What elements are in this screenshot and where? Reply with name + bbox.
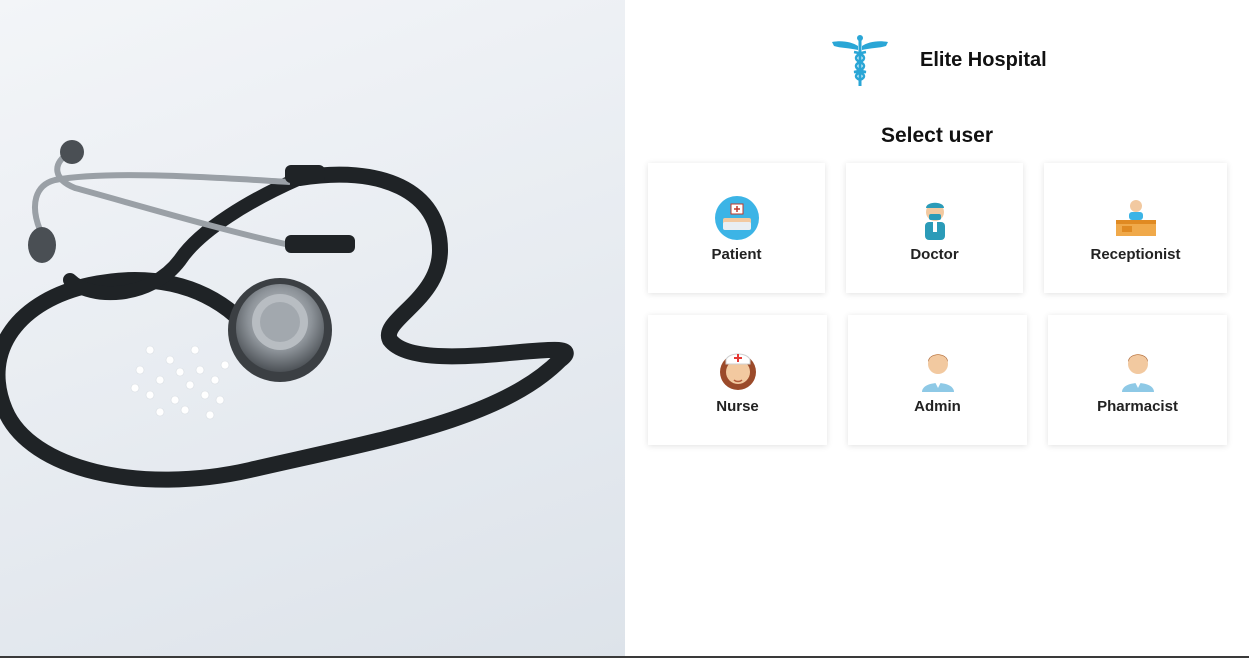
page-title: Select user: [880, 124, 994, 147]
user-card-label: Receptionist: [1090, 245, 1181, 263]
user-card-label: Patient: [711, 245, 762, 263]
stethoscope-photo: [0, 0, 625, 656]
admin-icon: [921, 353, 954, 392]
brand-header: Elite Hospital: [830, 30, 1047, 90]
user-card-label: Pharmacist: [1097, 397, 1178, 415]
patient-bed-icon: [714, 195, 759, 240]
user-select-page: Elite Hospital Select user Patient Docto…: [0, 0, 1249, 658]
user-card-nurse[interactable]: Nurse: [648, 315, 827, 445]
receptionist-icon: [1115, 199, 1156, 236]
user-select-panel: Elite Hospital Select user Patient Docto…: [625, 0, 1249, 656]
brand-name: Elite Hospital: [920, 48, 1047, 71]
user-card-pharmacist[interactable]: Pharmacist: [1048, 315, 1227, 445]
doctor-icon: [924, 202, 945, 240]
user-card-receptionist[interactable]: Receptionist: [1044, 163, 1227, 293]
user-card-patient[interactable]: Patient: [648, 163, 825, 293]
user-card-label: Admin: [914, 397, 961, 415]
user-card-label: Nurse: [716, 397, 759, 415]
user-card-admin[interactable]: Admin: [848, 315, 1027, 445]
caduceus-icon: [832, 35, 888, 86]
pharmacist-icon: [1121, 353, 1154, 392]
user-card-doctor[interactable]: Doctor: [846, 163, 1023, 293]
user-card-label: Doctor: [910, 245, 959, 263]
nurse-icon: [719, 353, 756, 390]
